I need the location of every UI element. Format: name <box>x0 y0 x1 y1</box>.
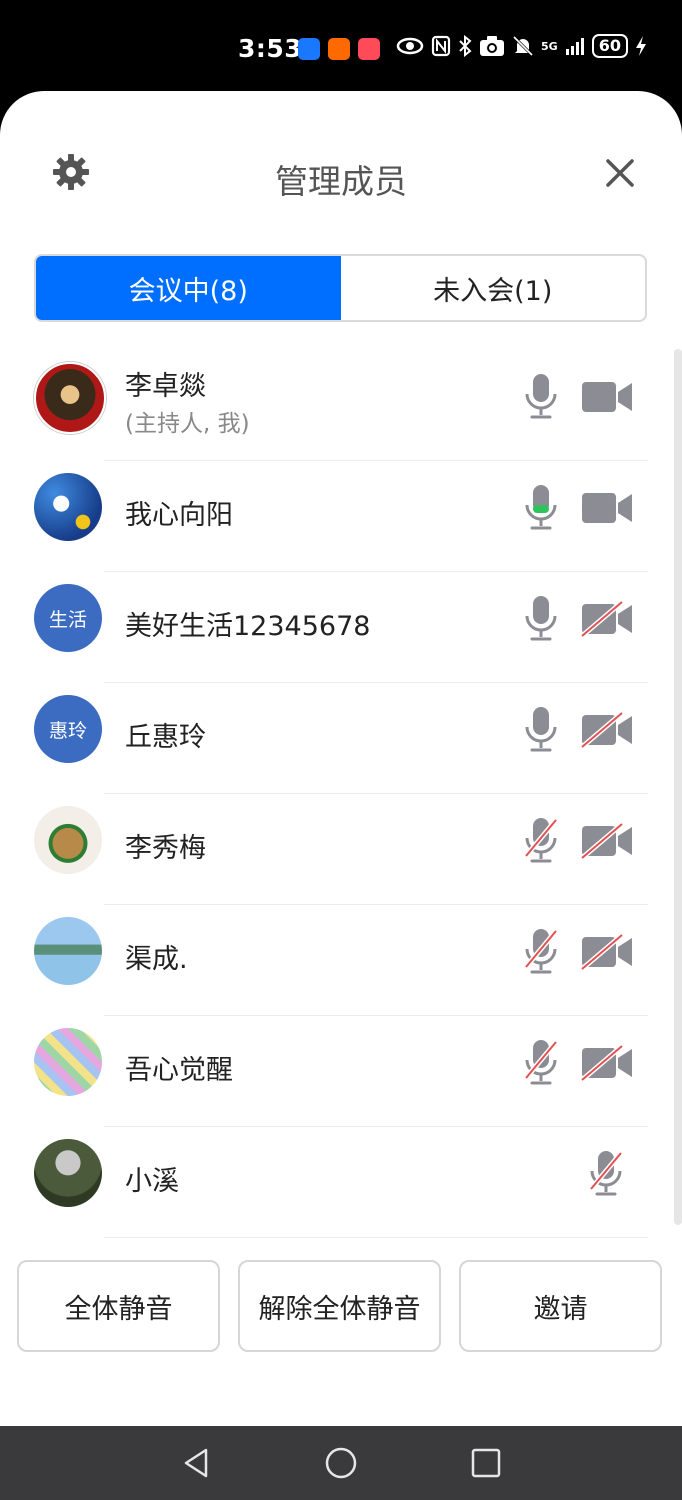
member-row[interactable]: 李卓燚 (主持人, 我) <box>0 350 682 461</box>
network-type: 5G <box>541 39 558 53</box>
member-name: 美好生活12345678 <box>125 611 371 642</box>
video-camera-off-icon[interactable] <box>580 933 634 971</box>
status-time: 3:53 <box>238 34 303 63</box>
tab-in-meeting[interactable]: 会议中(8) <box>36 256 341 320</box>
divider <box>104 1237 648 1238</box>
avatar <box>34 473 102 541</box>
charging-icon <box>635 36 646 56</box>
video-camera-off-icon[interactable] <box>580 1044 634 1082</box>
status-bar: 3:53 5G 60 <box>0 0 682 100</box>
member-row[interactable]: 惠玲 丘惠玲 <box>0 683 682 794</box>
avatar <box>34 917 102 985</box>
member-name: 丘惠玲 <box>125 722 206 753</box>
member-name: 李秀梅 <box>125 833 206 864</box>
video-camera-icon[interactable] <box>580 378 634 416</box>
invite-button[interactable]: 邀请 <box>459 1260 662 1352</box>
microphone-off-icon[interactable] <box>524 927 558 975</box>
member-role: (主持人, 我) <box>125 411 250 437</box>
recents-square-icon <box>471 1448 501 1478</box>
nav-back-button[interactable] <box>180 1446 214 1480</box>
member-row[interactable]: 渠成. <box>0 905 682 1016</box>
avatar <box>34 1139 102 1207</box>
member-row[interactable]: 吾心觉醒 <box>0 1016 682 1127</box>
battery-level: 60 <box>591 34 628 58</box>
footer-actions: 全体静音 解除全体静音 邀请 <box>17 1260 662 1352</box>
taobao-icon <box>328 38 350 60</box>
avatar <box>34 362 106 434</box>
tab-not-joined[interactable]: 未入会(1) <box>341 256 646 320</box>
nav-home-button[interactable] <box>324 1446 358 1480</box>
status-app-icons <box>298 38 380 60</box>
camera-icon <box>480 36 504 56</box>
member-row[interactable]: 我心向阳 <box>0 461 682 572</box>
member-tabs: 会议中(8) 未入会(1) <box>34 254 647 322</box>
meituan-icon <box>298 38 320 60</box>
member-row[interactable]: 小溪 <box>0 1127 682 1238</box>
page-title: 管理成员 <box>275 162 407 201</box>
nav-recents-button[interactable] <box>469 1446 503 1480</box>
video-camera-off-icon[interactable] <box>580 822 634 860</box>
microphone-off-icon[interactable] <box>524 1038 558 1086</box>
microphone-off-icon[interactable] <box>589 1149 623 1197</box>
avatar: 惠玲 <box>34 695 102 763</box>
avatar <box>34 806 102 874</box>
video-camera-off-icon[interactable] <box>580 711 634 749</box>
manage-members-sheet: 管理成员 会议中(8) 未入会(1) 李卓燚 (主持人, 我) 我心向阳 生活 <box>0 91 682 1426</box>
bell-muted-icon <box>512 35 534 57</box>
video-camera-icon[interactable] <box>580 489 634 527</box>
home-circle-icon <box>325 1447 357 1479</box>
microphone-icon[interactable] <box>524 705 558 753</box>
member-name: 小溪 <box>125 1166 179 1197</box>
microphone-speaking-icon[interactable] <box>524 483 558 531</box>
eye-icon <box>396 37 424 55</box>
microphone-off-icon[interactable] <box>524 816 558 864</box>
redbook-icon <box>358 38 380 60</box>
member-name: 李卓燚 <box>125 371 206 402</box>
unmute-all-button[interactable]: 解除全体静音 <box>238 1260 441 1352</box>
close-icon <box>606 159 634 187</box>
signal-icon <box>565 38 584 55</box>
mute-all-button[interactable]: 全体静音 <box>17 1260 220 1352</box>
status-icons: 5G 60 <box>396 34 647 58</box>
member-name: 渠成. <box>125 944 188 975</box>
member-list: 李卓燚 (主持人, 我) 我心向阳 生活 美好生活12345678 惠玲 丘惠玲 <box>0 350 682 1238</box>
system-nav-bar <box>0 1426 682 1500</box>
video-camera-off-icon[interactable] <box>580 600 634 638</box>
microphone-icon[interactable] <box>524 372 558 420</box>
nfc-icon <box>431 35 451 57</box>
microphone-icon[interactable] <box>524 594 558 642</box>
member-name: 我心向阳 <box>125 500 233 531</box>
close-button[interactable] <box>602 155 638 191</box>
avatar <box>34 1028 102 1096</box>
bluetooth-icon <box>459 35 472 57</box>
back-triangle-icon <box>184 1448 208 1478</box>
member-name: 吾心觉醒 <box>125 1055 233 1086</box>
member-row[interactable]: 生活 美好生活12345678 <box>0 572 682 683</box>
member-row[interactable]: 李秀梅 <box>0 794 682 905</box>
avatar: 生活 <box>34 584 102 652</box>
